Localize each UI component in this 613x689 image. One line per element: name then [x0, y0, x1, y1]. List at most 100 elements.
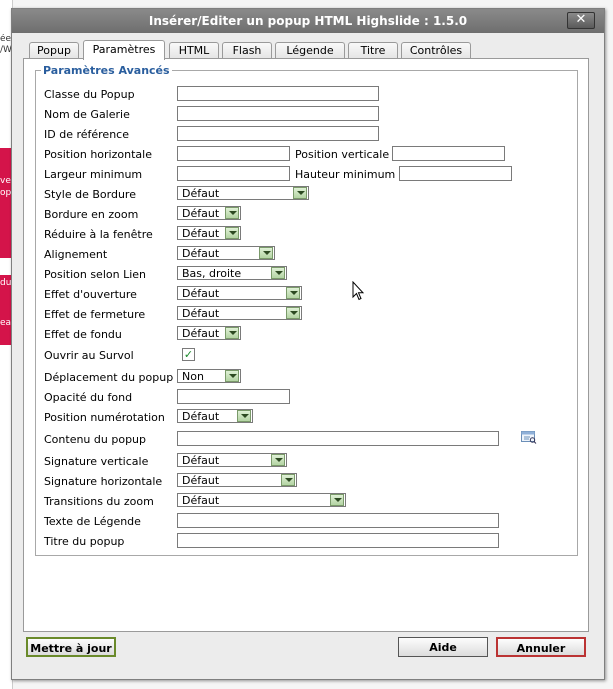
sig-h-select[interactable]: Défaut: [177, 473, 297, 487]
effet-fermeture-select[interactable]: Défaut: [177, 306, 302, 320]
label-ouvrir-survol: Ouvrir au Survol: [44, 349, 134, 362]
mouse-cursor-icon: [352, 280, 365, 304]
select-value: Défaut: [182, 474, 220, 487]
ouvrir-survol-checkbox[interactable]: ✓: [182, 348, 195, 361]
browse-icon[interactable]: [521, 431, 537, 444]
chevron-down-icon[interactable]: [225, 327, 239, 339]
section-legend: Paramètres Avancés: [41, 64, 172, 77]
tab-controles[interactable]: Contrôles: [401, 42, 471, 59]
deplacement-select[interactable]: Non: [177, 369, 241, 383]
opacite-input[interactable]: [177, 389, 290, 404]
alignement-select[interactable]: Défaut: [177, 246, 275, 260]
label-pos-h: Position horizontale: [44, 148, 152, 161]
select-value: Défaut: [182, 227, 220, 240]
label-bordure-zoom: Bordure en zoom: [44, 208, 139, 221]
chevron-down-icon[interactable]: [330, 494, 344, 506]
chevron-down-icon[interactable]: [286, 307, 300, 319]
select-value: Défaut: [182, 247, 220, 260]
tab-parametres[interactable]: Paramètres: [83, 40, 165, 60]
background-text: /W: [0, 45, 11, 55]
tab-titre[interactable]: Titre: [348, 42, 398, 59]
select-value: Défaut: [182, 327, 220, 340]
cancel-button[interactable]: Annuler: [496, 637, 586, 657]
dialog-title: Insérer/Editer un popup HTML Highslide :…: [148, 14, 468, 28]
tab-flash[interactable]: Flash: [222, 42, 272, 59]
chevron-down-icon[interactable]: [237, 410, 251, 422]
label-id-ref: ID de référence: [44, 128, 129, 141]
dialog-titlebar[interactable]: Insérer/Editer un popup HTML Highslide :…: [12, 9, 604, 33]
chevron-down-icon[interactable]: [271, 454, 285, 466]
titre-popup-input[interactable]: [177, 533, 499, 548]
position-lien-select[interactable]: Bas, droite: [177, 266, 287, 280]
tab-panel-parametres: Paramètres Avancés Classe du Popup Nom d…: [23, 58, 589, 632]
transitions-select[interactable]: Défaut: [177, 493, 346, 507]
sig-v-select[interactable]: Défaut: [177, 453, 287, 467]
label-pos-v: Position verticale: [295, 148, 390, 161]
tab-html[interactable]: HTML: [169, 42, 219, 59]
select-value: Défaut: [182, 454, 220, 467]
label-effet-ouverture: Effet d'ouverture: [44, 288, 137, 301]
background-text: eat: [0, 318, 11, 328]
select-value: Défaut: [182, 207, 220, 220]
label-largeur: Largeur minimum: [44, 168, 143, 181]
id-ref-input[interactable]: [177, 126, 379, 141]
effet-ouverture-select[interactable]: Défaut: [177, 286, 302, 300]
bordure-style-select[interactable]: Défaut: [177, 186, 309, 200]
background-banner: [0, 148, 11, 258]
label-numerotation: Position numérotation: [44, 411, 165, 424]
help-button[interactable]: Aide: [398, 637, 488, 657]
chevron-down-icon[interactable]: [225, 370, 239, 382]
label-deplacement: Déplacement du popup: [44, 371, 174, 384]
label-sig-h: Signature horizontale: [44, 475, 163, 488]
label-effet-fondu: Effet de fondu: [44, 328, 122, 341]
background-text: ve: [0, 176, 11, 186]
label-reduire: Réduire à la fenêtre: [44, 228, 153, 241]
effet-fondu-select[interactable]: Défaut: [177, 326, 241, 340]
label-contenu: Contenu du popup: [44, 433, 147, 446]
chevron-down-icon[interactable]: [293, 187, 307, 199]
texte-legende-input[interactable]: [177, 513, 499, 528]
advanced-settings-group: Paramètres Avancés Classe du Popup Nom d…: [35, 64, 578, 556]
select-value: Non: [182, 370, 204, 383]
select-value: Défaut: [182, 307, 220, 320]
label-bordure-style: Style de Bordure: [44, 188, 136, 201]
select-value: Défaut: [182, 187, 220, 200]
select-value: Défaut: [182, 287, 220, 300]
tab-popup[interactable]: Popup: [29, 42, 79, 59]
label-alignement: Alignement: [44, 248, 108, 261]
pos-h-input[interactable]: [177, 146, 290, 161]
background-text: op: [0, 188, 11, 198]
largeur-input[interactable]: [177, 166, 290, 181]
select-value: Défaut: [182, 410, 220, 423]
label-transitions: Transitions du zoom: [44, 495, 154, 508]
background-text: ée: [0, 34, 11, 44]
bordure-zoom-select[interactable]: Défaut: [177, 206, 241, 220]
select-value: Défaut: [182, 494, 220, 507]
label-classe: Classe du Popup: [44, 88, 135, 101]
galerie-input[interactable]: [177, 106, 379, 121]
label-position-lien: Position selon Lien: [44, 268, 147, 281]
label-opacite: Opacité du fond: [44, 391, 133, 404]
select-value: Bas, droite: [182, 267, 242, 280]
background-text: du: [0, 278, 11, 288]
reduire-select[interactable]: Défaut: [177, 226, 241, 240]
label-titre-popup: Titre du popup: [44, 535, 125, 548]
chevron-down-icon[interactable]: [286, 287, 300, 299]
tab-legende[interactable]: Légende: [275, 42, 345, 59]
pos-v-input[interactable]: [392, 146, 505, 161]
popup-dialog: Insérer/Editer un popup HTML Highslide :…: [11, 8, 605, 680]
chevron-down-icon[interactable]: [225, 207, 239, 219]
label-effet-fermeture: Effet de fermeture: [44, 308, 146, 321]
chevron-down-icon[interactable]: [281, 474, 295, 486]
update-button[interactable]: Mettre à jour: [26, 637, 116, 657]
chevron-down-icon[interactable]: [225, 227, 239, 239]
close-button[interactable]: ✕: [567, 12, 595, 29]
numerotation-select[interactable]: Défaut: [177, 409, 253, 423]
contenu-input[interactable]: [177, 431, 499, 446]
label-galerie: Nom de Galerie: [44, 108, 130, 121]
chevron-down-icon[interactable]: [271, 267, 285, 279]
label-sig-v: Signature verticale: [44, 455, 149, 468]
classe-input[interactable]: [177, 86, 379, 101]
hauteur-input[interactable]: [399, 166, 512, 181]
chevron-down-icon[interactable]: [259, 247, 273, 259]
